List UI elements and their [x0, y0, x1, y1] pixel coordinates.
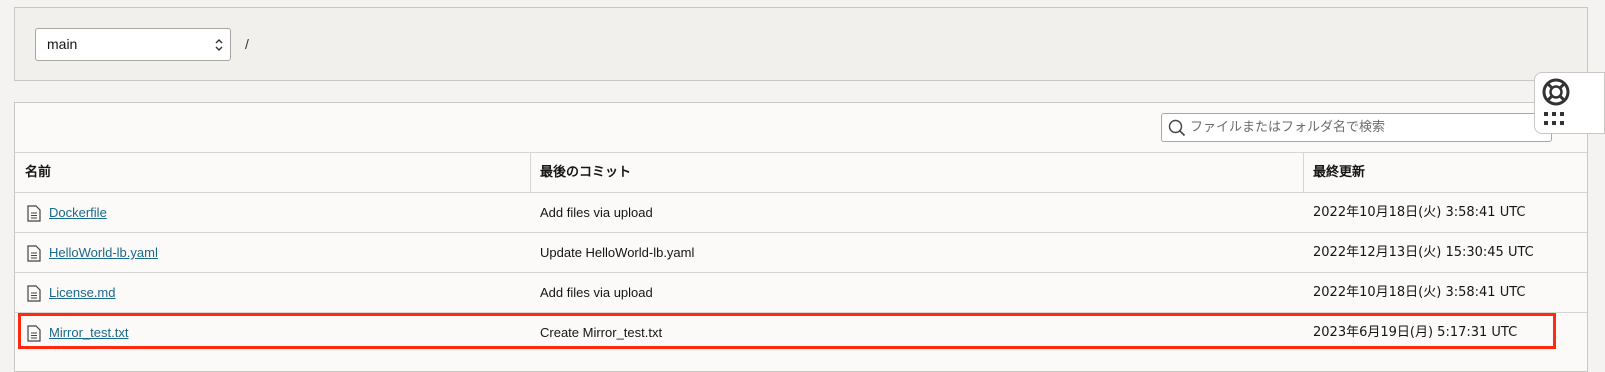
file-icon [27, 285, 41, 302]
last-updated-time: 2022年10月18日(火) 3:58:41 UTC [1313, 285, 1526, 300]
last-updated-time: 2022年10月18日(火) 3:58:41 UTC [1313, 205, 1526, 220]
branch-select-value: main [47, 36, 78, 52]
help-lifebuoy-icon[interactable] [1541, 77, 1571, 107]
last-commit-message: Add files via upload [540, 285, 653, 300]
path-separator: / [245, 36, 249, 52]
table-header: 名前 最後のコミット 最終更新 [15, 152, 1587, 192]
table-row: HelloWorld-lb.yaml Update HelloWorld-lb.… [15, 232, 1587, 272]
file-icon [27, 205, 41, 222]
search-icon [1168, 119, 1186, 137]
chevron-up-down-icon [215, 39, 223, 51]
last-updated-time: 2022年12月13日(火) 15:30:45 UTC [1313, 245, 1534, 260]
file-link[interactable]: Dockerfile [49, 193, 107, 232]
table-row: Mirror_test.txt Create Mirror_test.txt 2… [15, 312, 1587, 352]
column-header-name[interactable]: 名前 [25, 153, 51, 192]
search-box[interactable] [1161, 113, 1552, 142]
last-updated-time: 2023年6月19日(月) 5:17:31 UTC [1313, 325, 1518, 340]
file-link[interactable]: HelloWorld-lb.yaml [49, 233, 158, 272]
branch-select[interactable]: main [35, 28, 231, 61]
table-row: License.md Add files via upload 2022年10月… [15, 272, 1587, 312]
column-divider [530, 153, 531, 192]
file-icon [27, 325, 41, 342]
file-link[interactable]: Mirror_test.txt [49, 313, 128, 352]
file-link[interactable]: License.md [49, 273, 115, 312]
search-input[interactable] [1190, 114, 1545, 141]
table-row: Dockerfile Add files via upload 2022年10月… [15, 192, 1587, 232]
apps-grid-icon[interactable] [1543, 111, 1567, 127]
last-commit-message: Add files via upload [540, 205, 653, 220]
column-header-last-updated[interactable]: 最終更新 [1313, 153, 1365, 192]
file-table: 名前 最後のコミット 最終更新 Dockerfile Add files via… [15, 152, 1587, 352]
last-commit-message: Update HelloWorld-lb.yaml [540, 245, 695, 260]
file-icon [27, 245, 41, 262]
files-panel: 名前 最後のコミット 最終更新 Dockerfile Add files via… [14, 102, 1588, 372]
column-header-last-commit[interactable]: 最後のコミット [540, 153, 631, 192]
last-commit-message: Create Mirror_test.txt [540, 325, 663, 340]
column-divider [1303, 153, 1304, 192]
side-help-widget [1534, 72, 1605, 134]
branch-toolbar: main / [14, 7, 1588, 81]
